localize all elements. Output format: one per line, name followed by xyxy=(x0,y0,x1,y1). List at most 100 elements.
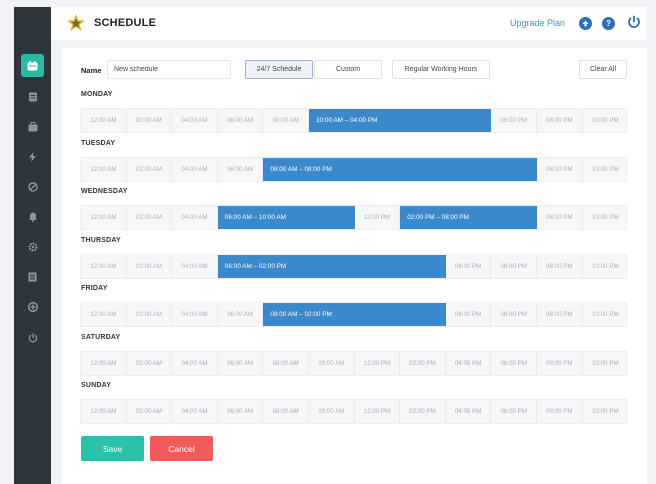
block-icon xyxy=(27,181,38,192)
time-slot[interactable]: 02:00 AM xyxy=(127,109,173,132)
sidebar-item-logout[interactable] xyxy=(21,326,44,349)
day-label: SATURDAY xyxy=(81,333,121,341)
time-slot[interactable]: 06:00 PM xyxy=(491,400,537,423)
time-slot[interactable]: 08:00 AM xyxy=(263,109,309,132)
cancel-button[interactable]: Cancel xyxy=(150,436,213,461)
time-slot[interactable]: 04:00 AM xyxy=(172,254,218,278)
time-slot[interactable]: 10:00 PM xyxy=(583,255,629,278)
help-button[interactable]: ? xyxy=(602,17,615,30)
day-label: MONDAY xyxy=(81,91,113,98)
schedule-block[interactable]: 06:00 AM – 02:00 PM xyxy=(217,254,446,278)
time-slot[interactable]: 02:00 AM xyxy=(127,206,173,229)
upgrade-plan-link[interactable]: Upgrade Plan xyxy=(510,18,565,28)
sidebar-item-settings[interactable] xyxy=(21,235,44,258)
time-slot[interactable]: 10:00 PM xyxy=(583,400,629,423)
day-label: TUESDAY xyxy=(81,139,116,147)
time-slot[interactable]: 10:00 PM xyxy=(583,303,629,326)
sidebar-item-documents[interactable] xyxy=(21,85,44,108)
sidebar-item-list[interactable] xyxy=(21,265,44,288)
page-title: SCHEDULE xyxy=(94,17,157,29)
time-slot[interactable]: 02:00 AM xyxy=(127,400,173,423)
time-slot[interactable]: 04:00 PM xyxy=(446,400,492,423)
time-slot[interactable]: 08:00 AM xyxy=(263,351,309,375)
time-slot[interactable]: 12:00 PM xyxy=(355,206,401,229)
time-slot[interactable]: 02:00 PM xyxy=(400,400,446,423)
time-slot[interactable]: 04:00 AM xyxy=(172,206,218,229)
name-label: Name xyxy=(81,66,102,75)
time-slot[interactable]: 04:00 AM xyxy=(172,351,218,375)
time-slot[interactable]: 08:00 PM xyxy=(537,206,583,229)
time-slot[interactable]: 02:00 AM xyxy=(127,351,173,375)
time-slot[interactable]: 12:00 AM xyxy=(81,206,127,229)
star-logo-icon xyxy=(67,14,85,31)
sidebar-item-add[interactable] xyxy=(21,295,44,318)
schedule-block[interactable]: 02:00 PM – 08:00 PM xyxy=(400,206,537,229)
time-slot[interactable]: 06:00 PM xyxy=(491,109,537,132)
upgrade-arrow-icon[interactable] xyxy=(579,17,592,30)
time-slot[interactable]: 12:00 AM xyxy=(81,109,127,132)
time-slot[interactable]: 06:00 PM xyxy=(491,254,537,278)
preset-regular-hours-button[interactable]: Regular Working Hours xyxy=(392,60,490,79)
schedule-block[interactable]: 06:00 AM – 10:00 AM xyxy=(217,206,355,229)
time-slot[interactable]: 10:00 PM xyxy=(583,352,629,375)
time-slot[interactable]: 10:00 AM xyxy=(309,351,355,375)
time-slot[interactable]: 06:00 AM xyxy=(218,157,264,181)
preset-custom-button[interactable]: Custom xyxy=(314,60,382,79)
day-label: THURSDAY xyxy=(81,236,121,244)
time-slot[interactable]: 08:00 AM xyxy=(263,400,309,423)
sidebar-item-lightning[interactable] xyxy=(21,145,44,168)
time-slot[interactable]: 10:00 PM xyxy=(583,158,629,181)
gear-icon xyxy=(27,241,38,252)
time-slot[interactable]: 08:00 PM xyxy=(537,351,583,375)
time-slot[interactable]: 12:00 PM xyxy=(355,400,401,423)
time-slot[interactable]: 08:00 PM xyxy=(537,157,583,181)
power-icon xyxy=(28,333,37,342)
time-slot[interactable]: 10:00 PM xyxy=(583,109,629,132)
time-slot[interactable]: 08:00 PM xyxy=(537,303,583,326)
time-slot[interactable]: 12:00 AM xyxy=(81,303,127,326)
time-slot[interactable]: 04:00 AM xyxy=(172,400,218,423)
preset-247-button[interactable]: 24/7 Schedule xyxy=(245,60,313,79)
time-slot[interactable]: 10:00 PM xyxy=(583,206,629,229)
time-slot[interactable]: 04:00 PM xyxy=(446,254,492,278)
sidebar-item-calendar[interactable] xyxy=(21,54,44,77)
time-slot[interactable]: 02:00 AM xyxy=(127,157,173,181)
time-slot[interactable]: 02:00 AM xyxy=(127,254,173,278)
time-slot[interactable]: 12:00 AM xyxy=(81,157,127,181)
time-slot[interactable]: 10:00 AM xyxy=(309,400,355,423)
time-slot[interactable]: 06:00 AM xyxy=(218,400,264,423)
time-slot[interactable]: 06:00 PM xyxy=(491,351,537,375)
time-slot[interactable]: 12:00 AM xyxy=(81,400,127,423)
power-icon[interactable] xyxy=(627,15,641,29)
save-button[interactable]: Save xyxy=(81,436,144,461)
document-icon xyxy=(28,92,37,101)
time-slot[interactable]: 12:00 AM xyxy=(81,351,127,375)
time-slot[interactable]: 12:00 PM xyxy=(355,351,401,375)
time-slot[interactable]: 04:00 PM xyxy=(446,351,492,375)
time-slot[interactable]: 04:00 AM xyxy=(172,109,218,132)
schedule-block[interactable]: 10:00 AM – 04:00 PM xyxy=(309,109,492,132)
time-slot[interactable]: 04:00 AM xyxy=(172,303,218,326)
sidebar-item-block[interactable] xyxy=(21,175,44,198)
time-slot[interactable]: 08:00 PM xyxy=(537,400,583,423)
time-slot[interactable]: 04:00 AM xyxy=(172,157,218,181)
clear-all-button[interactable]: Clear All xyxy=(579,60,627,79)
time-slot[interactable]: 02:00 AM xyxy=(127,303,173,326)
day-row-sunday: 12:00 AM 02:00 AM 04:00 AM 06:00 AM 08:00 AM… xyxy=(80,399,627,424)
sidebar-item-notifications[interactable] xyxy=(21,205,44,228)
time-slot[interactable]: 06:00 PM xyxy=(491,303,537,326)
time-slot[interactable]: 04:00 PM xyxy=(446,303,492,326)
schedule-name-input[interactable] xyxy=(107,60,231,79)
schedule-block[interactable]: 08:00 AM – 02:00 PM xyxy=(263,303,446,326)
time-slot[interactable]: 12:00 AM xyxy=(81,254,127,278)
time-slot[interactable]: 02:00 PM xyxy=(400,351,446,375)
sidebar-item-briefcase[interactable] xyxy=(21,115,44,138)
day-label: SUNDAY xyxy=(81,382,112,389)
day-row-friday: 12:00 AM 02:00 AM 04:00 AM 06:00 AM 08:00 AM… xyxy=(80,302,627,327)
time-slot[interactable]: 06:00 AM xyxy=(218,303,264,326)
time-slot[interactable]: 06:00 AM xyxy=(218,109,264,132)
time-slot[interactable]: 06:00 AM xyxy=(218,351,264,375)
time-slot[interactable]: 08:00 PM xyxy=(537,109,583,132)
time-slot[interactable]: 08:00 PM xyxy=(537,254,583,278)
schedule-block[interactable]: 08:00 AM – 08:00 PM xyxy=(263,157,537,181)
